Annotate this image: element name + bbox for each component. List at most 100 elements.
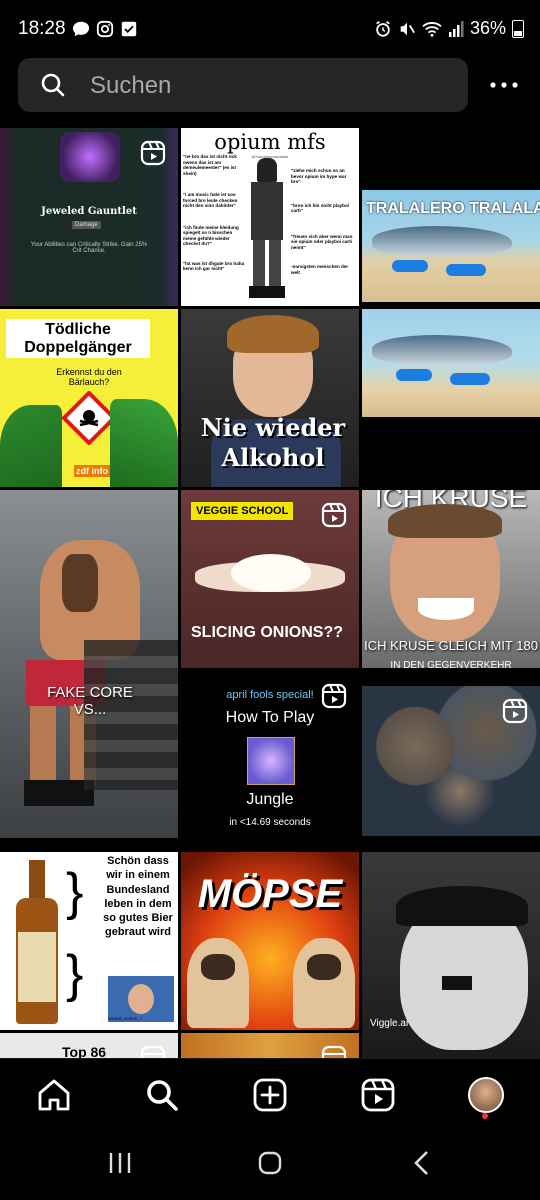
grid-item-partial[interactable] — [181, 1033, 359, 1058]
item-desc: Your Abilities can Critically Strike. Ga… — [30, 242, 148, 254]
recent-apps-button[interactable] — [100, 1148, 140, 1178]
item-sub: Erkennst du den Bärlauch? — [56, 367, 122, 387]
bottom-navigation — [0, 1058, 540, 1129]
item-title: opium mfs — [214, 130, 326, 154]
nav-home[interactable] — [34, 1075, 74, 1115]
grid-item-fake-core[interactable]: FAKE CORE VS... — [0, 490, 178, 838]
nav-reels[interactable] — [358, 1075, 398, 1115]
zdf-info-logo: zdf info — [74, 465, 110, 477]
notification-dot — [482, 1113, 488, 1119]
search-icon — [147, 1080, 178, 1111]
grid-item-tralalero[interactable]: TRALALERO TRALALA — [362, 128, 540, 306]
grid-item-jeweled-gauntlet[interactable]: Jeweled Gauntlet Damage Your Abilities c… — [0, 128, 178, 306]
grid-item-how-to-play[interactable]: april fools special! How To Play Jungle … — [181, 671, 359, 849]
item-caption: Nie wieder Alkohol — [200, 413, 346, 472]
quotes-left: "ne bro das ist nicht rick owens das ist… — [183, 154, 245, 272]
quote: -narvigsten menschen der welt — [291, 264, 349, 275]
back-icon — [414, 1151, 428, 1175]
avatar — [468, 1077, 504, 1113]
photo-caption: SAUER_KURVE_7 — [108, 1016, 143, 1021]
item-caption: Top 86 — [62, 1044, 107, 1058]
recent-apps-icon — [109, 1153, 131, 1173]
item-bottom-text: ICH KRUSE GLEICH MIT 180 — [364, 638, 538, 653]
grid-item-ich-kruse[interactable]: ICH KRUSE ICH KRUSE GLEICH MIT 180 IN DE… — [362, 490, 540, 668]
quote: "hä was ist dhgate bro haha kenn ich gar… — [183, 260, 245, 272]
status-right: 36% — [374, 18, 524, 39]
grid-item-bier[interactable]: } } Schön dass wir in einem Bundesland l… — [0, 852, 178, 1030]
quote: "ne bro das ist nicht rick owens das ist… — [183, 154, 237, 176]
mute-icon — [400, 22, 415, 35]
pug-left — [187, 938, 249, 1028]
grid-item-top86[interactable]: Top 86 — [0, 1033, 178, 1058]
system-navigation — [0, 1128, 540, 1200]
item-caption: MÖPSE — [197, 872, 343, 916]
grid-item-shark[interactable] — [362, 309, 540, 487]
quotes-right: "ziehe mich schon so an bevor opium im h… — [291, 168, 355, 275]
notification-icons — [72, 20, 138, 38]
plant-right — [110, 399, 178, 487]
battery-percent: 36% — [469, 18, 506, 38]
reels-icon — [321, 683, 347, 709]
instagram-icon — [96, 20, 114, 38]
wifi-icon — [422, 21, 442, 37]
item-artwork — [60, 132, 120, 182]
nav-profile[interactable] — [466, 1075, 506, 1115]
grid-item-nie-wieder-alkohol[interactable]: Nie wieder Alkohol — [181, 309, 359, 487]
create-post-icon — [253, 1078, 287, 1112]
quote: "freuen sich aber wenn man sie opium ode… — [291, 233, 353, 250]
reels-icon — [140, 1045, 166, 1058]
grid-item-doppelganger[interactable]: Tödliche Doppelgänger Erkennst du den Bä… — [0, 309, 178, 487]
back-button[interactable] — [402, 1148, 442, 1178]
signal-icon — [448, 20, 464, 37]
home-circle-icon — [258, 1151, 282, 1175]
watermark: Viggle.ai — [370, 1018, 409, 1029]
home-button[interactable] — [250, 1148, 290, 1178]
moustache — [442, 976, 472, 990]
item-caption: Schön dass wir in einem Bundesland leben… — [103, 855, 173, 939]
battery-icon — [512, 19, 524, 38]
status-time: 18:28 — [18, 18, 66, 39]
search-input[interactable]: Suchen — [18, 58, 468, 112]
grid-item-moepse[interactable]: MÖPSE — [181, 852, 359, 1030]
hair — [388, 504, 502, 538]
chat-icon — [72, 21, 90, 37]
item-bottom-text-2: IN DEN GEGENVERKEHR — [390, 660, 512, 668]
item-caption: FAKE CORE VS... — [47, 684, 133, 718]
smile — [418, 598, 474, 620]
home-icon — [38, 1079, 70, 1111]
beer-bottle — [12, 860, 62, 1024]
item-caption: TRALALERO TRALALA — [366, 200, 540, 217]
item-caption: SLICING ONIONS?? — [191, 624, 343, 641]
hair — [396, 886, 528, 926]
status-bar: 18:28 36% — [0, 0, 540, 56]
reels-icon — [361, 1078, 395, 1112]
item-line2: Jungle — [246, 791, 294, 808]
quote: "ich finde meine kleidung spiegelt so n … — [183, 224, 239, 247]
champion-icon — [247, 737, 295, 785]
item-sub: Damage — [72, 221, 101, 229]
item-line3: in <14.69 seconds — [229, 817, 311, 828]
thumbnail-image — [362, 309, 540, 417]
quote: "broo ich bin nicht playboi carti" — [291, 202, 350, 214]
quote: "i am music hate ist soo forced bro leut… — [183, 192, 238, 208]
grid-item-slicing-onions[interactable]: VEGGIE SCHOOL SLICING ONIONS?? — [181, 490, 359, 668]
more-options-icon[interactable] — [488, 80, 520, 90]
reels-icon — [321, 1045, 347, 1058]
hazard-icon — [62, 391, 116, 445]
grid-item-opium-mfs[interactable]: opium mfs @morgpfsucasnbsar "ne bro das … — [181, 128, 359, 306]
nav-create[interactable] — [250, 1075, 290, 1115]
grid-item-viggle[interactable]: Viggle.ai — [362, 852, 540, 1058]
search-placeholder: Suchen — [90, 72, 172, 99]
nav-search[interactable] — [142, 1075, 182, 1115]
grid-item-map[interactable] — [362, 686, 540, 836]
reels-icon — [140, 140, 166, 166]
beard — [62, 554, 98, 612]
reels-icon — [502, 698, 528, 724]
quote: "ziehe mich schon so an bevor opium im h… — [291, 168, 347, 184]
alarm-icon — [376, 20, 390, 37]
item-title: Tödliche Doppelgänger — [6, 319, 150, 359]
hair — [227, 315, 319, 353]
reels-icon — [321, 502, 347, 528]
search-icon — [41, 73, 65, 97]
brace-icon: } — [66, 863, 84, 921]
